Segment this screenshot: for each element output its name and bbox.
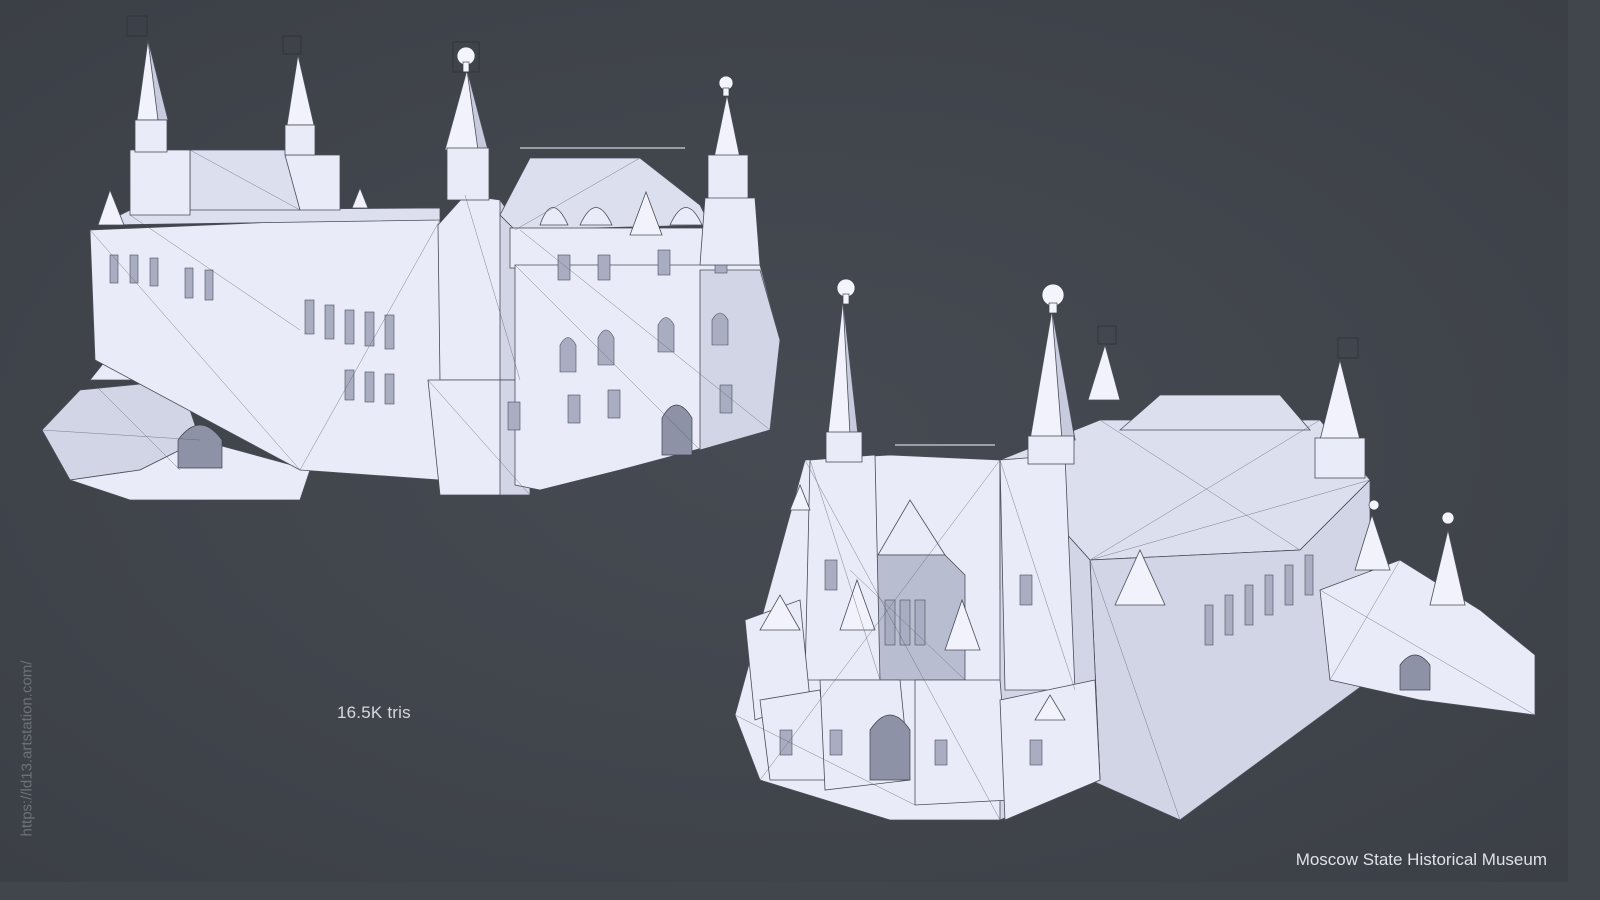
museum-render-rear-view — [41, 15, 781, 501]
eagle-emblem-right-rear — [718, 75, 734, 97]
museum-render-front-view — [734, 278, 1536, 821]
render-canvas: 16.5K tris Moscow State Historical Museu… — [0, 0, 1568, 882]
eagle-emblem-front-left — [836, 278, 856, 305]
triangle-count-label: 16.5K tris — [337, 703, 411, 722]
eagle-emblem-left — [452, 41, 480, 73]
eagle-emblem-front-right — [1041, 283, 1065, 314]
eagle-emblem-annex — [1368, 499, 1455, 525]
museum-title-caption: Moscow State Historical Museum — [1295, 850, 1547, 869]
artist-url-watermark: https://ld13.artstation.com/ — [18, 660, 36, 837]
